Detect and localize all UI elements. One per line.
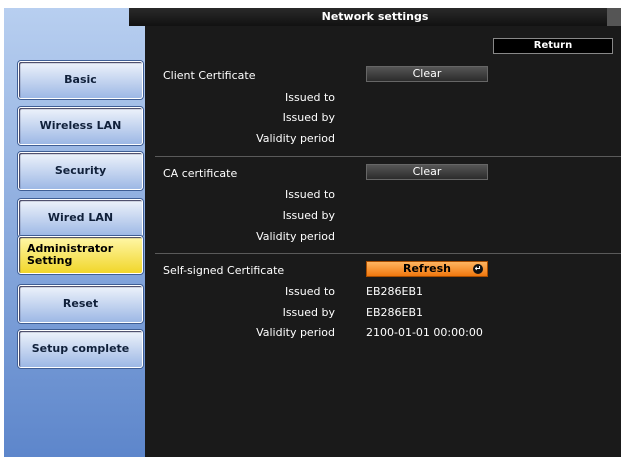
- self-issued-by-label: Issued by: [282, 306, 335, 319]
- window-title: Network settings: [321, 10, 429, 23]
- sidebar-item-reset[interactable]: Reset: [18, 285, 143, 323]
- enter-icon: ↵: [473, 264, 483, 274]
- sidebar-item-setup-complete[interactable]: Setup complete: [18, 330, 143, 368]
- sidebar: Basic Wireless LAN Security Wired LAN Ad…: [4, 8, 149, 457]
- self-validity-value: 2100-01-01 00:00:00: [366, 326, 483, 339]
- client-certificate-label: Client Certificate: [163, 69, 256, 82]
- self-validity-label: Validity period: [256, 326, 335, 339]
- ca-issued-by-label: Issued by: [282, 209, 335, 222]
- return-button[interactable]: Return: [493, 38, 613, 54]
- ca-validity-label: Validity period: [256, 230, 335, 243]
- sidebar-item-administrator-setting[interactable]: Administrator Setting: [18, 236, 143, 274]
- ca-certificate-label: CA certificate: [163, 167, 238, 180]
- ca-issued-to-label: Issued to: [285, 188, 335, 201]
- client-validity-label: Validity period: [256, 132, 335, 145]
- self-issued-to-value: EB286EB1: [366, 285, 423, 298]
- refresh-button[interactable]: Refresh ↵: [366, 261, 488, 277]
- self-issued-by-value: EB286EB1: [366, 306, 423, 319]
- screen: Basic Wireless LAN Security Wired LAN Ad…: [4, 8, 621, 457]
- self-signed-certificate-label: Self-signed Certificate: [163, 264, 285, 277]
- divider: [155, 156, 621, 157]
- ca-certificate-clear-button[interactable]: Clear: [366, 164, 488, 180]
- sidebar-item-security[interactable]: Security: [18, 152, 143, 190]
- self-issued-to-label: Issued to: [285, 285, 335, 298]
- client-certificate-clear-button[interactable]: Clear: [366, 66, 488, 82]
- title-bar-end: [607, 8, 621, 26]
- sidebar-item-basic[interactable]: Basic: [18, 61, 143, 99]
- sidebar-item-wireless-lan[interactable]: Wireless LAN: [18, 107, 143, 145]
- sidebar-item-wired-lan[interactable]: Wired LAN: [18, 199, 143, 237]
- client-issued-to-label: Issued to: [285, 91, 335, 104]
- client-issued-by-label: Issued by: [282, 111, 335, 124]
- divider: [155, 253, 621, 254]
- window-title-bar: Network settings: [129, 8, 621, 26]
- refresh-button-label: Refresh: [403, 262, 451, 275]
- main-panel: Return Client Certificate Clear Issued t…: [145, 26, 621, 457]
